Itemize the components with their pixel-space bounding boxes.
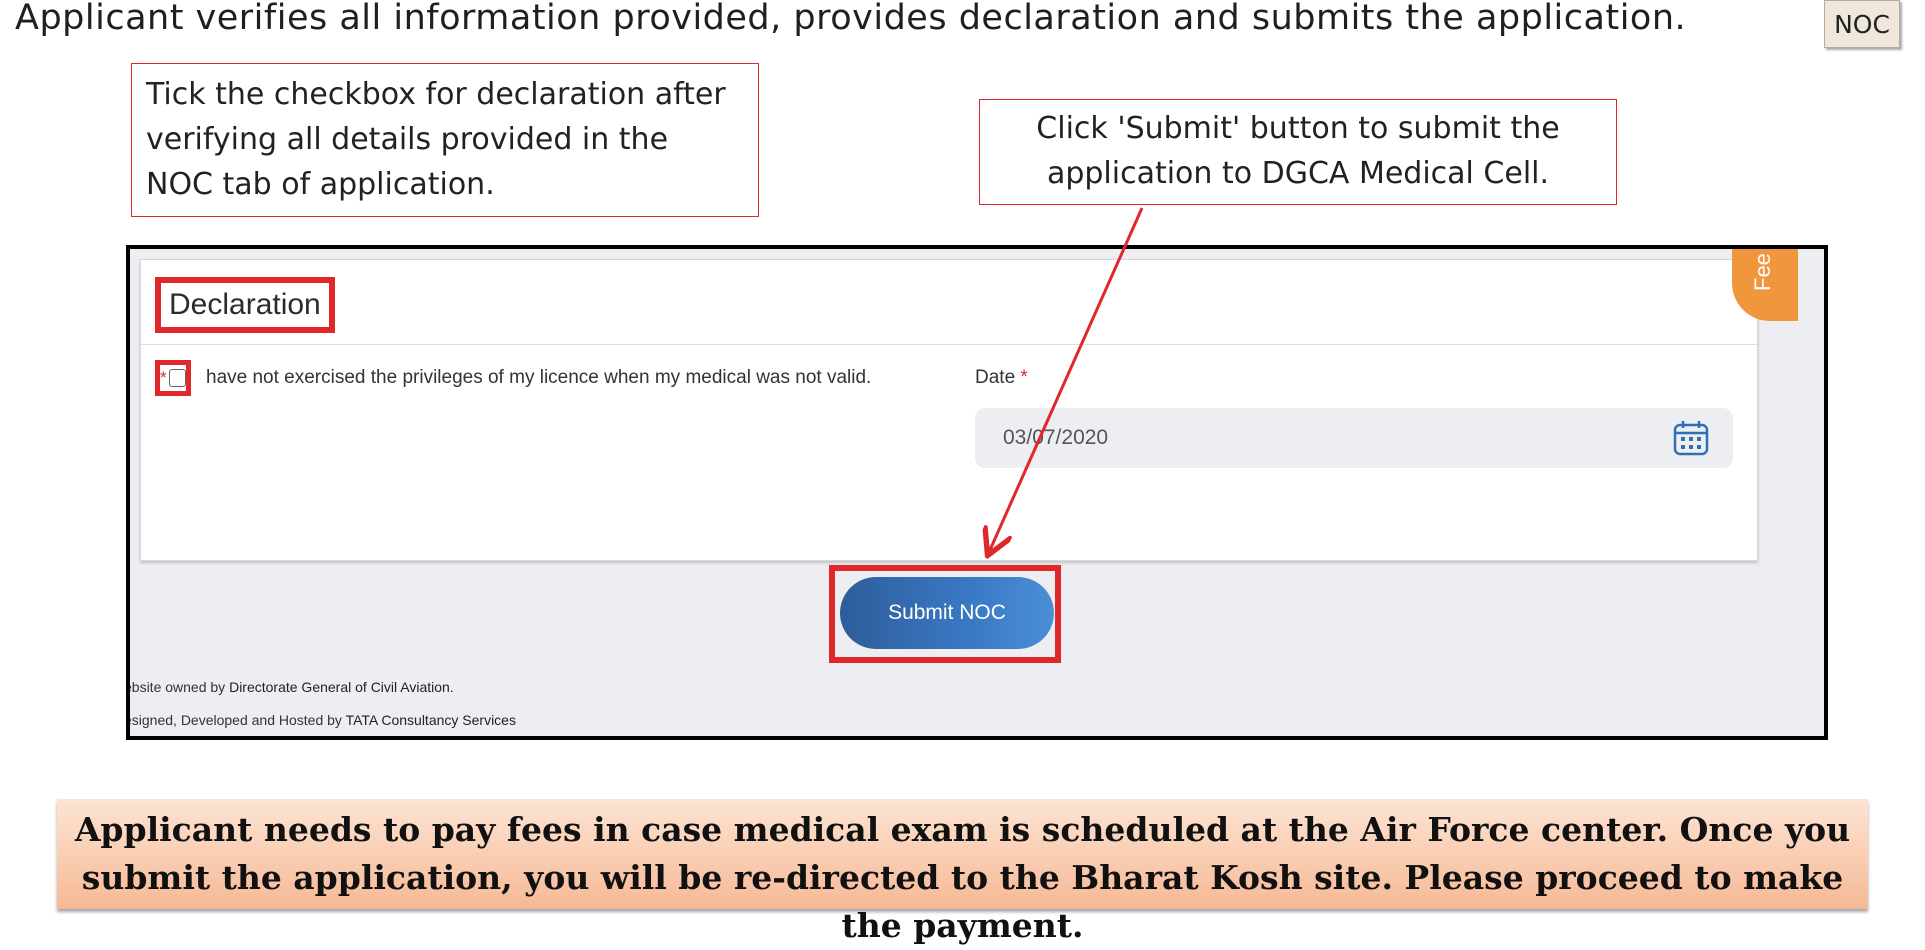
submit-noc-button[interactable]: Submit NOC: [840, 577, 1054, 649]
submit-callout: Click 'Submit' button to submit the appl…: [979, 99, 1617, 205]
declaration-checkbox-highlight: *: [155, 360, 191, 396]
footer-ownership: ebsite owned by Directorate General of C…: [126, 679, 454, 695]
declaration-panel: Declaration * have not exercised the pri…: [140, 259, 1758, 561]
date-label-text: Date: [975, 367, 1016, 388]
footer-developed-prefix: esigned, Developed and Hosted by: [126, 712, 342, 728]
panel-header: Declaration: [141, 260, 1757, 345]
footer-developer: esigned, Developed and Hosted by TATA Co…: [126, 712, 516, 728]
date-field[interactable]: 03/07/2020: [975, 408, 1733, 468]
checkbox-callout: Tick the checkbox for declaration after …: [131, 63, 759, 217]
declaration-text: have not exercised the privileges of my …: [206, 367, 872, 388]
footer-owned-prefix: ebsite owned by: [126, 679, 226, 695]
date-label: Date *: [975, 367, 1028, 389]
fee-side-tab[interactable]: Fee: [1732, 249, 1798, 321]
declaration-title: Declaration: [155, 277, 335, 333]
declaration-checkbox[interactable]: [168, 369, 186, 387]
date-required-mark: *: [1020, 367, 1028, 388]
noc-tag: NOC: [1824, 0, 1900, 48]
footer-owner-link[interactable]: Directorate General of Civil Aviation.: [229, 679, 454, 695]
date-value: 03/07/2020: [1003, 426, 1109, 449]
fee-tab-label: Fee: [1750, 253, 1775, 291]
payment-info-banner: Applicant needs to pay fees in case medi…: [57, 799, 1868, 945]
required-mark: *: [160, 368, 167, 387]
footer-developer-link[interactable]: TATA Consultancy Services: [346, 712, 516, 728]
calendar-icon[interactable]: [1671, 418, 1711, 458]
application-screenshot: Declaration * have not exercised the pri…: [126, 245, 1828, 740]
slide-title: Applicant verifies all information provi…: [15, 0, 1687, 38]
